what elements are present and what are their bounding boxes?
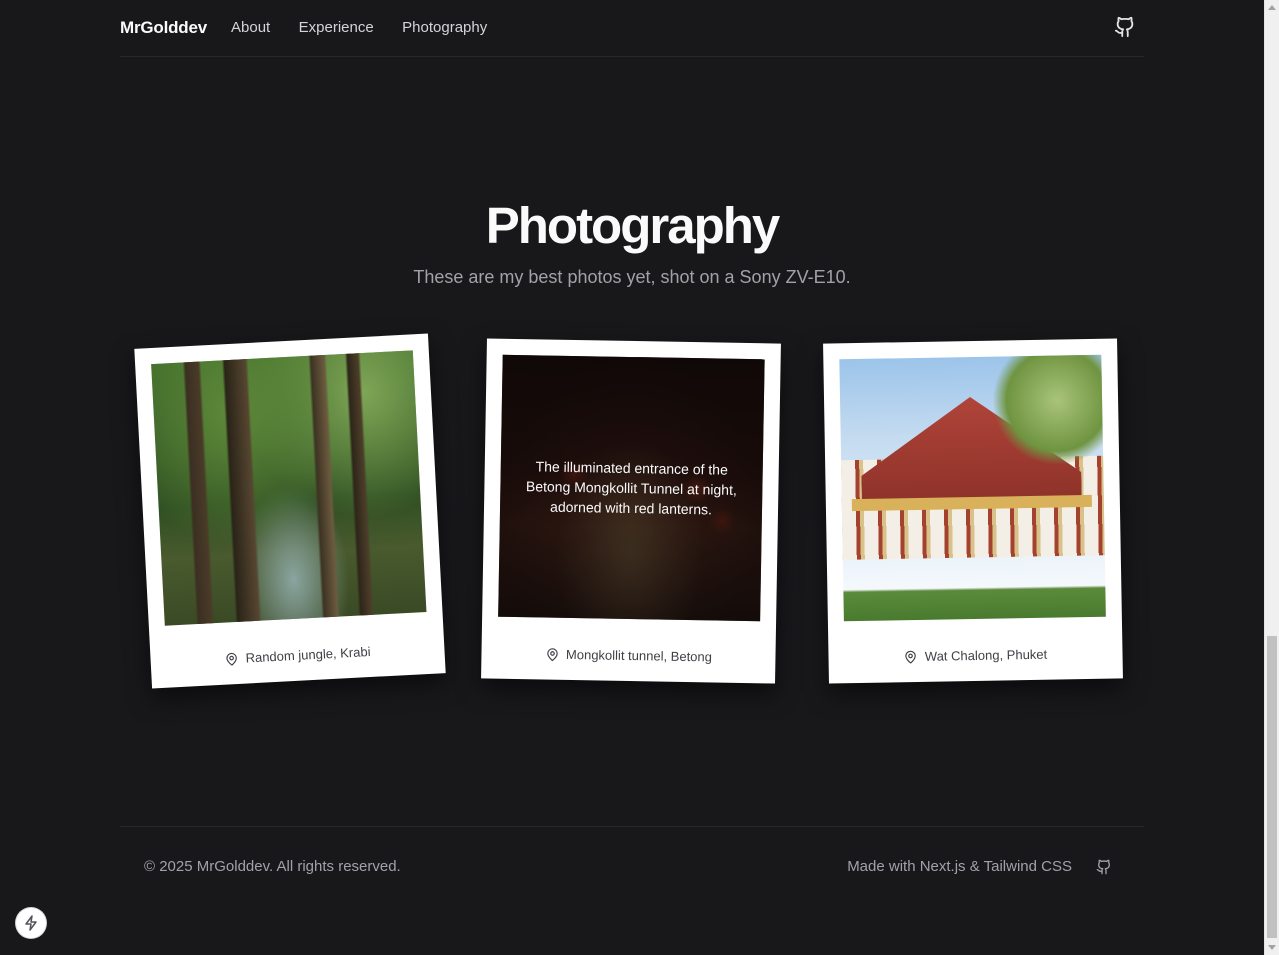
main-nav: About Experience Photography	[231, 19, 511, 37]
map-pin-icon	[546, 647, 558, 661]
scrollbar-thumb[interactable]	[1267, 636, 1277, 938]
scroll-up-arrow-icon[interactable]	[1268, 5, 1276, 10]
photo-image	[151, 350, 427, 626]
map-pin-icon	[905, 650, 917, 664]
github-link[interactable]	[1114, 16, 1136, 38]
page-subtitle: These are my best photos yet, shot on a …	[413, 267, 851, 287]
lightning-bolt-icon	[25, 915, 37, 931]
map-pin-icon	[226, 652, 237, 666]
copyright-text: © 2025 MrGolddev. All rights reserved.	[144, 858, 401, 875]
photo-location: Random jungle, Krabi	[245, 643, 371, 666]
photo-caption: Mongkollit tunnel, Betong	[481, 645, 775, 665]
page-scrollbar[interactable]	[1264, 0, 1279, 955]
photo-card-jungle[interactable]: Random jungle, Krabi	[134, 333, 446, 689]
photo-description: The illuminated entrance of the Betong M…	[525, 458, 737, 518]
page: MrGolddev About Experience Photography P…	[0, 0, 1264, 955]
photo-caption: Random jungle, Krabi	[150, 640, 444, 670]
nav-experience[interactable]: Experience	[299, 19, 374, 36]
photo-description-overlay: The illuminated entrance of the Betong M…	[498, 354, 765, 622]
github-icon	[1114, 16, 1134, 38]
photo-caption: Wat Chalong, Phuket	[828, 645, 1122, 665]
page-title: Photography	[485, 197, 781, 254]
scroll-down-arrow-icon[interactable]	[1268, 945, 1276, 950]
github-icon	[1096, 859, 1111, 875]
brand-link[interactable]: MrGolddev	[120, 18, 207, 38]
photo-card-tunnel[interactable]: The illuminated entrance of the Betong M…	[481, 338, 781, 684]
photo-image	[839, 354, 1106, 622]
photo-location: Mongkollit tunnel, Betong	[565, 646, 713, 665]
photo-image: The illuminated entrance of the Betong M…	[498, 354, 765, 622]
nav-photography[interactable]: Photography	[402, 19, 487, 36]
photo-location: Wat Chalong, Phuket	[924, 646, 1048, 664]
nav-about[interactable]: About	[231, 19, 270, 36]
site-footer: © 2025 MrGolddev. All rights reserved. M…	[120, 826, 1144, 906]
photo-card-temple[interactable]: Wat Chalong, Phuket	[823, 338, 1123, 684]
dev-tools-button[interactable]	[16, 908, 46, 938]
site-header: MrGolddev About Experience Photography	[120, 0, 1144, 57]
made-with-text: Made with Next.js & Tailwind CSS	[847, 858, 1072, 875]
footer-github-link[interactable]	[1096, 859, 1112, 875]
